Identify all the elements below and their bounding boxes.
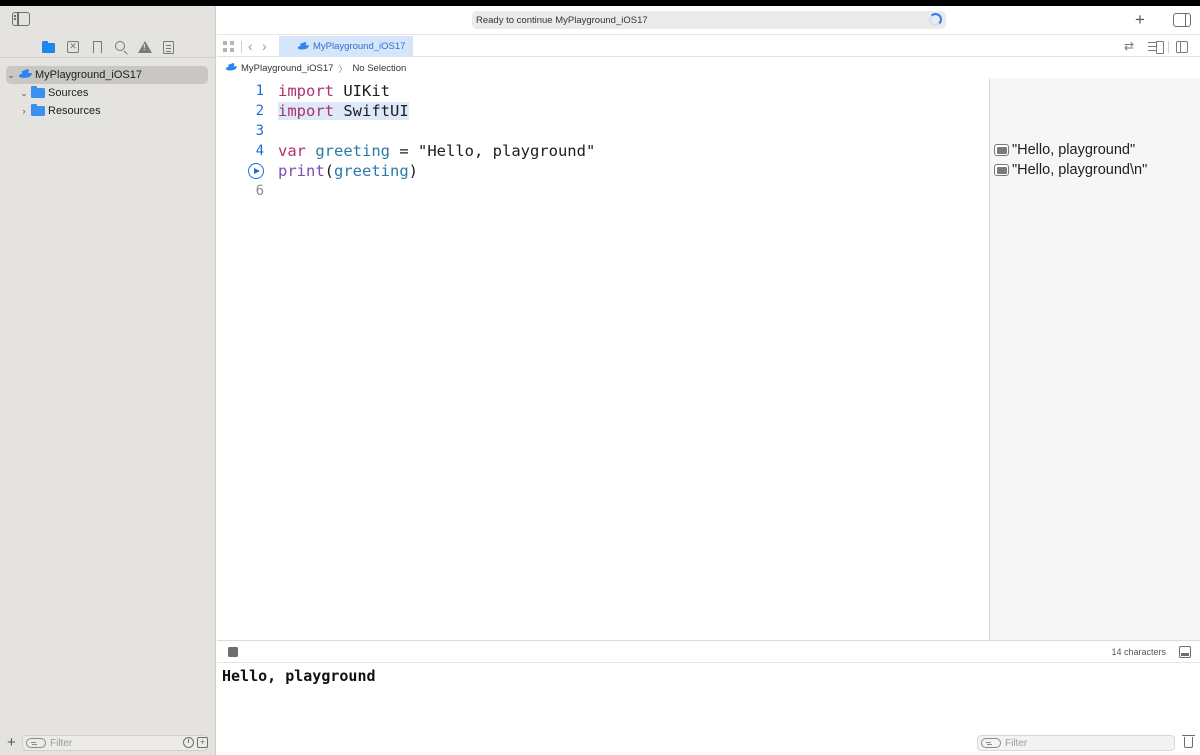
filter-options-icon[interactable]: [26, 738, 46, 748]
sidebar-toggle-icon[interactable]: [12, 12, 30, 26]
code-line-5: print(greeting): [278, 161, 418, 181]
chevron-down-icon[interactable]: ⌄: [19, 88, 29, 99]
folder-icon: [31, 103, 45, 116]
identifier: greeting: [334, 162, 409, 180]
character-count: 14 characters: [1111, 647, 1166, 657]
code-text: UIKit: [334, 82, 390, 100]
line-gutter: 1 2 3 4 6: [217, 78, 275, 640]
trash-icon[interactable]: [1182, 735, 1195, 748]
recent-files-icon[interactable]: [183, 737, 194, 748]
console-output[interactable]: Hello, playground: [217, 663, 1200, 733]
source-control-filter-icon[interactable]: +: [197, 737, 208, 748]
editor-tab-bar: ‹ › MyPlayground_iOS17 ⇄: [217, 36, 1200, 57]
code-line-1: import UIKit: [278, 81, 390, 101]
related-items-grid-icon[interactable]: [223, 41, 234, 52]
result-value: "Hello, playground": [1012, 142, 1136, 158]
keyword: import: [278, 82, 334, 100]
stop-icon[interactable]: [228, 647, 238, 657]
code-line-2: import SwiftUI: [278, 101, 409, 121]
folder-icon[interactable]: [41, 40, 55, 54]
forward-chevron-icon[interactable]: ›: [262, 38, 267, 54]
code-text: ): [408, 162, 419, 180]
bookmark-icon[interactable]: [90, 40, 104, 54]
folder-icon: [31, 85, 45, 98]
console-text: Hello, playground: [222, 667, 376, 685]
code-text: SwiftUI: [334, 102, 409, 120]
navigator-filter-input[interactable]: Filter: [22, 735, 208, 751]
sidebar-footer: + Filter +: [0, 734, 216, 755]
code-text: (: [324, 162, 335, 180]
debug-bar: 14 characters: [217, 640, 1200, 663]
tree-item-label: Sources: [48, 87, 89, 99]
tree-item-resources[interactable]: › Resources: [19, 102, 101, 120]
tree-item-playground[interactable]: ⌄ MyPlayground_iOS17: [6, 66, 208, 84]
editor-options-icon[interactable]: [1148, 41, 1164, 54]
tree-item-sources[interactable]: ⌄ Sources: [19, 84, 88, 102]
library-add-button[interactable]: +: [1135, 10, 1145, 30]
activity-view: Ready to continue MyPlayground_iOS17: [472, 11, 946, 29]
console-footer: Filter: [217, 733, 1200, 755]
run-line-icon[interactable]: [248, 163, 264, 179]
editor-options: ⇄: [1110, 36, 1200, 57]
source-editor[interactable]: 1 2 3 4 6 import UIKit import SwiftUI va…: [217, 78, 989, 640]
tab-label: MyPlayground_iOS17: [313, 41, 406, 52]
line-number: 4: [255, 143, 264, 159]
navigator-sidebar: ✕ ⌄ MyPlayground_iOS17 ⌄ Sources › Resou…: [0, 6, 216, 755]
divider: [1168, 41, 1169, 53]
filter-placeholder: Filter: [1005, 737, 1028, 749]
add-editor-icon[interactable]: [1176, 41, 1188, 53]
jump-bar: MyPlayground_iOS17 〉 No Selection: [217, 58, 1200, 78]
result-value: "Hello, playground\n": [1012, 162, 1148, 178]
inspector-toggle-icon[interactable]: [1173, 13, 1191, 27]
filter-placeholder: Filter: [50, 737, 73, 749]
tree-item-label: MyPlayground_iOS17: [35, 69, 143, 81]
filter-options-icon[interactable]: [981, 738, 1001, 748]
line-number: 2: [255, 103, 264, 119]
result-row: "Hello, playground\n": [994, 161, 1147, 179]
console-toggle-icon[interactable]: [1179, 646, 1191, 658]
show-result-icon[interactable]: [994, 164, 1009, 176]
line-number: 6: [255, 183, 264, 199]
search-icon[interactable]: [114, 40, 128, 54]
swift-icon: [226, 64, 236, 73]
console-filter-input[interactable]: Filter: [977, 735, 1175, 751]
results-sidebar: "Hello, playground" "Hello, playground\n…: [989, 78, 1200, 640]
swap-arrows-icon[interactable]: ⇄: [1124, 39, 1134, 53]
function-name: print: [278, 162, 325, 180]
activity-status-text: Ready to continue MyPlayground_iOS17: [476, 14, 648, 26]
line-number: 1: [255, 83, 264, 99]
chevron-down-icon[interactable]: ⌄: [6, 70, 16, 81]
line-number: 3: [255, 123, 264, 139]
jumpbar-selection[interactable]: No Selection: [352, 63, 406, 74]
swift-icon: [298, 42, 308, 51]
tab-myplayground[interactable]: MyPlayground_iOS17: [279, 36, 413, 57]
swift-icon: [19, 70, 31, 80]
jumpbar-file[interactable]: MyPlayground_iOS17: [241, 63, 333, 74]
show-result-icon[interactable]: [994, 144, 1009, 156]
divider: [241, 41, 242, 53]
warning-icon[interactable]: [138, 40, 152, 54]
sidebar-divider: [0, 57, 216, 58]
add-file-button[interactable]: +: [7, 735, 16, 751]
keyword: import: [278, 102, 334, 120]
window-toolbar: Ready to continue MyPlayground_iOS17 +: [217, 6, 1200, 35]
tree-item-label: Resources: [48, 105, 101, 117]
keyword: var: [278, 142, 306, 160]
report-icon[interactable]: [161, 40, 175, 54]
code-text: = "Hello, playground": [390, 142, 596, 160]
code-line-4: var greeting = "Hello, playground": [278, 141, 595, 161]
source-control-icon[interactable]: ✕: [66, 40, 80, 54]
progress-spinner-icon: [929, 13, 942, 26]
navigator-tabs: ✕: [0, 36, 216, 58]
result-row: "Hello, playground": [994, 141, 1135, 159]
chevron-right-icon: 〉: [338, 63, 348, 74]
identifier: greeting: [306, 142, 390, 160]
back-chevron-icon[interactable]: ‹: [248, 38, 253, 54]
chevron-right-icon[interactable]: ›: [19, 106, 29, 116]
